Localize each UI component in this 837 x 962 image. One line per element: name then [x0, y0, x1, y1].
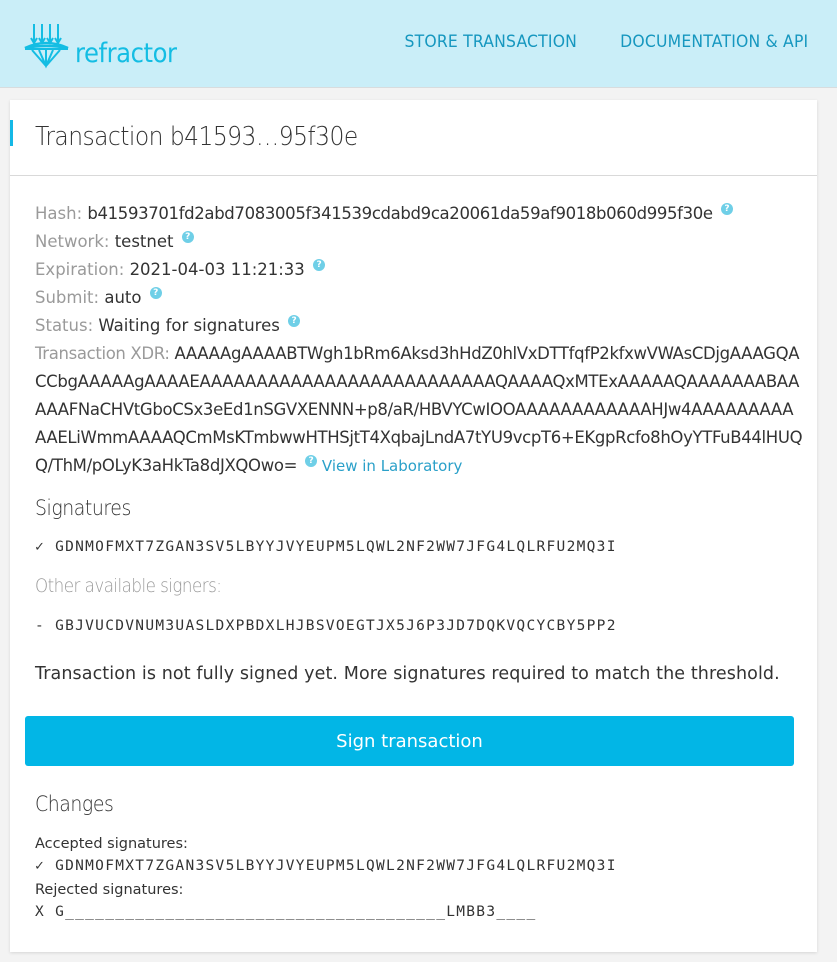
help-icon[interactable]: ?: [181, 231, 194, 243]
top-bar: refractor STORE TRANSACTION DOCUMENTATIO…: [0, 0, 837, 88]
signatures-heading: Signatures: [35, 496, 131, 520]
submit-value: auto: [104, 288, 142, 307]
network-label: Network:: [35, 232, 110, 251]
other-signer-item: - GBJVUCDVNUM3UASLDXPBDXLHJBSVOEGTJX5J6P…: [35, 618, 617, 634]
hash-value: b41593701fd2abd7083005f341539cdabd9ca200…: [87, 204, 713, 223]
threshold-note: Transaction is not fully signed yet. Mor…: [35, 664, 780, 684]
submit-row: Submit: auto ?: [35, 284, 162, 312]
check-icon: ✓: [35, 858, 46, 874]
logo-link[interactable]: refractor: [24, 18, 188, 70]
help-icon[interactable]: ?: [288, 315, 301, 327]
refractor-logo-icon: [24, 24, 69, 69]
main-nav: STORE TRANSACTION DOCUMENTATION & API: [397, 32, 817, 52]
xdr-label: Transaction XDR:: [35, 344, 170, 363]
help-icon[interactable]: ?: [313, 259, 326, 271]
check-icon: ✓: [35, 539, 46, 555]
xdr-value: AAAAAgAAAABTWgh1bRm6Aksd3hHdZ0hlVxDTTfqf…: [35, 344, 803, 475]
status-row: Status: Waiting for signatures ?: [35, 312, 301, 340]
nav-documentation-api[interactable]: DOCUMENTATION & API: [621, 32, 809, 52]
title-divider: [10, 175, 817, 176]
view-in-laboratory-link[interactable]: View in Laboratory: [322, 457, 463, 475]
status-value: Waiting for signatures: [98, 316, 280, 335]
rejected-signatures-label: Rejected signatures:: [35, 882, 184, 898]
submit-label: Submit:: [35, 288, 100, 307]
network-row: Network: testnet ?: [35, 228, 194, 256]
title-accent-bar: [10, 120, 13, 146]
network-value: testnet: [114, 232, 174, 251]
logo-text: refractor: [75, 38, 177, 69]
rejected-signature-item: X G_____________________________________…: [35, 904, 537, 920]
xdr-row: Transaction XDR: AAAAAgAAAABTWgh1bRm6Aks…: [35, 340, 805, 480]
signer-key: GBJVUCDVNUM3UASLDXPBDXLHJBSVOEGTJX5J6P3J…: [55, 618, 617, 634]
help-icon[interactable]: ?: [149, 287, 162, 299]
sign-transaction-button[interactable]: Sign transaction: [25, 716, 794, 766]
nav-store-transaction[interactable]: STORE TRANSACTION: [404, 32, 577, 52]
accepted-signatures-label: Accepted signatures:: [35, 836, 188, 852]
expiration-row: Expiration: 2021-04-03 11:21:33 ?: [35, 256, 326, 284]
signer-key: GDNMOFMXT7ZGAN3SV5LBYYJVYEUPM5LQWL2NF2WW…: [55, 858, 617, 874]
transaction-card: Transaction b41593…95f30e Hash: b4159370…: [10, 100, 817, 952]
other-signers-heading: Other available signers:: [35, 575, 222, 597]
expiration-label: Expiration:: [35, 260, 125, 279]
hash-label: Hash:: [35, 204, 83, 223]
signer-key: G______________________________________L…: [55, 904, 537, 920]
cross-icon: X: [35, 904, 46, 920]
signer-key: GDNMOFMXT7ZGAN3SV5LBYYJVYEUPM5LQWL2NF2WW…: [55, 539, 617, 555]
help-icon[interactable]: ?: [304, 455, 317, 467]
hash-row: Hash: b41593701fd2abd7083005f341539cdabd…: [35, 200, 733, 228]
page-title: Transaction b41593…95f30e: [35, 122, 358, 152]
accepted-signature-item: ✓ GDNMOFMXT7ZGAN3SV5LBYYJVYEUPM5LQWL2NF2…: [35, 858, 617, 874]
changes-heading: Changes: [35, 792, 114, 816]
dash-bullet-icon: -: [35, 618, 46, 634]
status-label: Status:: [35, 316, 94, 335]
expiration-value: 2021-04-03 11:21:33: [129, 260, 305, 279]
signed-signer-item: ✓ GDNMOFMXT7ZGAN3SV5LBYYJVYEUPM5LQWL2NF2…: [35, 539, 617, 555]
help-icon[interactable]: ?: [720, 203, 733, 215]
